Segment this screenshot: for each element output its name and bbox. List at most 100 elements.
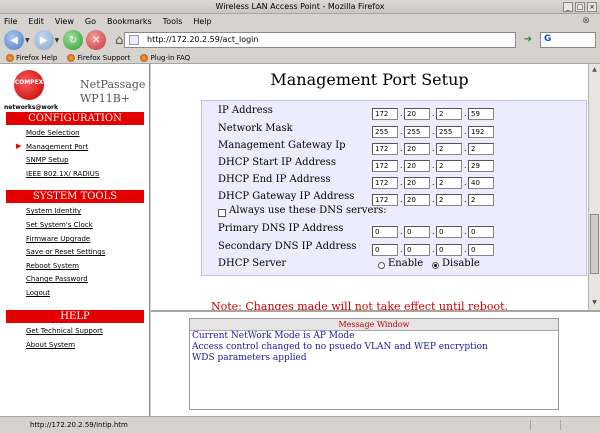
octet-separator: . [400, 195, 403, 204]
octet-separator: . [432, 109, 435, 118]
primary-dns-octet-3-input[interactable]: 0 [436, 226, 462, 238]
ip-address-label: IP Address [218, 105, 273, 116]
dhcp-gateway-octet-1-input[interactable]: 172 [372, 194, 398, 206]
network-mask-octet-2-input[interactable]: 255 [404, 126, 430, 138]
dhcp-gateway-octet-2-input[interactable]: 20 [404, 194, 430, 206]
message-line: Current NetWork Mode is AP Mode [192, 331, 355, 341]
stop-icon[interactable]: ✕ [86, 30, 107, 50]
maximize-icon[interactable]: □ [575, 2, 585, 12]
nav-system-identity[interactable]: System Identity [26, 207, 81, 215]
menu-bookmarks[interactable]: Bookmarks [107, 17, 152, 26]
nav-mode-selection[interactable]: Mode Selection [26, 129, 80, 137]
message-line: Access control changed to no psuedo VLAN… [192, 342, 488, 352]
dns-checkbox-label: Always use these DNS servers: [229, 205, 387, 216]
network-mask-label: Network Mask [218, 123, 293, 134]
dhcp-enable-radio[interactable] [378, 262, 385, 269]
section-system-tools: SYSTEM TOOLS [6, 190, 144, 203]
management-gateway-label: Management Gateway Ip [218, 140, 346, 151]
firefox-icon [67, 53, 76, 62]
nav-management-port[interactable]: Management Port [26, 143, 88, 151]
close-icon[interactable]: × [587, 2, 597, 12]
ip-address-octet-4-input[interactable]: 59 [468, 108, 494, 120]
main-scrollbar[interactable]: ▲ ▼ [588, 64, 600, 310]
secondary-dns-octet-2-input[interactable]: 0 [404, 244, 430, 256]
reload-icon[interactable]: ↻ [63, 30, 84, 50]
dhcp-end-label: DHCP End IP Address [218, 174, 331, 185]
menu-help[interactable]: Help [193, 17, 211, 26]
dhcp-disable-label: Disable [442, 258, 480, 269]
menu-edit[interactable]: Edit [28, 17, 44, 26]
page-title: Management Port Setup [270, 70, 469, 89]
network-mask-octet-3-input[interactable]: 255 [436, 126, 462, 138]
ip-address-octet-2-input[interactable]: 20 [404, 108, 430, 120]
bookmark-firefox-support[interactable]: Firefox Support [67, 53, 130, 62]
nav-about-system[interactable]: About System [26, 341, 75, 349]
nav-firmware-upgrade[interactable]: Firmware Upgrade [26, 235, 90, 243]
url-input[interactable]: http://172.20.2.59/act_login [124, 32, 516, 48]
management-gateway-octet-3-input[interactable]: 2 [436, 143, 462, 155]
product-name: NetPassage WP11B+ [80, 78, 145, 106]
back-history-icon[interactable]: ▼ [25, 37, 30, 44]
forward-history-icon[interactable]: ▼ [55, 37, 60, 44]
dhcp-server-label: DHCP Server [218, 258, 287, 269]
forward-icon[interactable]: ▶ [33, 30, 54, 50]
management-gateway-octet-1-input[interactable]: 172 [372, 143, 398, 155]
network-mask-octet-4-input[interactable]: 192 [468, 126, 494, 138]
dhcp-end-octet-2-input[interactable]: 20 [404, 177, 430, 189]
nav-change-password[interactable]: Change Password [26, 275, 88, 283]
octet-separator: . [432, 144, 435, 153]
scroll-down-icon[interactable]: ▼ [590, 298, 599, 307]
nav-logout[interactable]: Logout [26, 289, 50, 297]
octet-separator: . [400, 227, 403, 236]
nav-technical-support[interactable]: Get Technical Support [26, 327, 103, 335]
search-input[interactable]: G [540, 32, 596, 48]
dhcp-start-octet-4-input[interactable]: 29 [468, 160, 494, 172]
secondary-dns-octet-1-input[interactable]: 0 [372, 244, 398, 256]
secondary-dns-octet-4-input[interactable]: 0 [468, 244, 494, 256]
dhcp-end-octet-4-input[interactable]: 40 [468, 177, 494, 189]
bookmarks-toolbar: Firefox Help Firefox Support Plug-in FAQ [0, 52, 600, 64]
management-gateway-octet-4-input[interactable]: 2 [468, 143, 494, 155]
go-icon[interactable]: ➜ [520, 33, 536, 47]
nav-snmp-setup[interactable]: SNMP Setup [26, 156, 69, 164]
bookmark-plugin-faq[interactable]: Plug-in FAQ [140, 53, 190, 62]
nav-save-reset[interactable]: Save or Reset Settings [26, 248, 105, 256]
dhcp-start-octet-1-input[interactable]: 172 [372, 160, 398, 172]
secondary-dns-octet-3-input[interactable]: 0 [436, 244, 462, 256]
scroll-up-icon[interactable]: ▲ [590, 65, 599, 74]
ip-address-octet-1-input[interactable]: 172 [372, 108, 398, 120]
management-gateway-octet-2-input[interactable]: 20 [404, 143, 430, 155]
nav-reboot[interactable]: Reboot System [26, 262, 79, 270]
bookmark-firefox-help[interactable]: Firefox Help [6, 53, 57, 62]
primary-dns-octet-1-input[interactable]: 0 [372, 226, 398, 238]
menu-file[interactable]: File [4, 17, 17, 26]
network-mask-octet-1-input[interactable]: 255 [372, 126, 398, 138]
back-icon[interactable]: ◀ [4, 30, 24, 50]
dhcp-start-octet-3-input[interactable]: 2 [436, 160, 462, 172]
reboot-note: Note: Changes made will not take effect … [211, 300, 508, 310]
google-icon: G [544, 34, 552, 44]
menu-go[interactable]: Go [85, 17, 96, 26]
close-tab-icon[interactable]: ⊗ [580, 15, 592, 27]
primary-dns-octet-4-input[interactable]: 0 [468, 226, 494, 238]
url-text: http://172.20.2.59/act_login [147, 35, 259, 44]
dhcp-end-octet-1-input[interactable]: 172 [372, 177, 398, 189]
status-text: http://172.20.2.59/intip.htm [30, 421, 128, 429]
dns-checkbox[interactable] [218, 209, 226, 217]
ip-address-octet-3-input[interactable]: 2 [436, 108, 462, 120]
nav-set-clock[interactable]: Set System's Clock [26, 221, 93, 229]
sidebar: COMPEX networks@work NetPassage WP11B+ C… [0, 64, 150, 416]
dhcp-gateway-octet-3-input[interactable]: 2 [436, 194, 462, 206]
scroll-thumb[interactable] [590, 214, 599, 274]
octet-separator: . [432, 195, 435, 204]
menu-view[interactable]: View [55, 17, 74, 26]
dhcp-disable-radio[interactable] [432, 262, 439, 269]
dhcp-start-octet-2-input[interactable]: 20 [404, 160, 430, 172]
status-divider [560, 420, 561, 430]
menu-tools[interactable]: Tools [163, 17, 183, 26]
minimize-icon[interactable]: _ [563, 2, 573, 12]
dhcp-gateway-octet-4-input[interactable]: 2 [468, 194, 494, 206]
dhcp-end-octet-3-input[interactable]: 2 [436, 177, 462, 189]
primary-dns-octet-2-input[interactable]: 0 [404, 226, 430, 238]
nav-ieee-radius[interactable]: IEEE 802.1X/ RADIUS [26, 170, 99, 178]
